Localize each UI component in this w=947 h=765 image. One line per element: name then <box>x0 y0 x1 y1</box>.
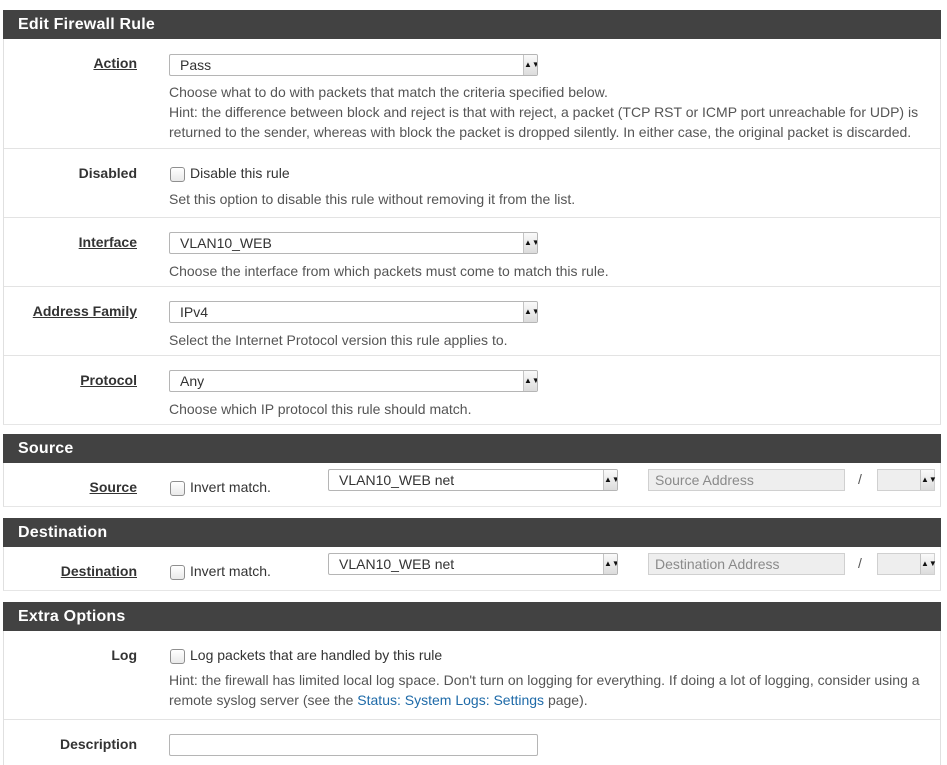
action-help: Choose what to do with packets that matc… <box>169 82 926 142</box>
log-help-suffix: page). <box>544 692 588 708</box>
destination-type-select[interactable]: VLAN10_WEB net ▲▼ <box>328 553 618 575</box>
source-invert-checkbox[interactable] <box>170 481 185 496</box>
system-logs-settings-link[interactable]: Status: System Logs: Settings <box>357 692 544 708</box>
log-checkbox-label[interactable]: Log packets that are handled by this rul… <box>190 647 442 663</box>
action-help-text: Choose what to do with packets that matc… <box>169 84 608 100</box>
section-title-destination: Destination <box>3 518 941 547</box>
source-row: Source Invert match. VLAN10_WEB net ▲▼ S… <box>4 463 940 506</box>
interface-help: Choose the interface from which packets … <box>169 263 609 279</box>
updown-arrow-icon: ▲▼ <box>603 554 617 574</box>
updown-arrow-icon: ▲▼ <box>523 302 537 322</box>
source-type-value: VLAN10_WEB net <box>339 472 455 488</box>
source-mask-select[interactable]: ▲▼ <box>877 469 937 491</box>
protocol-select[interactable]: Any ▲▼ <box>169 370 538 392</box>
section-title-edit-rule: Edit Firewall Rule <box>3 10 941 39</box>
destination-label: Destination <box>60 563 137 579</box>
protocol-help: Choose which IP protocol this rule shoul… <box>169 401 472 417</box>
description-label: Description <box>59 736 137 752</box>
action-label: Action <box>93 55 137 71</box>
disable-rule-checkbox-label[interactable]: Disable this rule <box>190 165 290 181</box>
address-family-label: Address Family <box>32 303 137 319</box>
disabled-label: Disabled <box>78 165 137 181</box>
destination-mask-slash: / <box>858 555 862 571</box>
section-title-source: Source <box>3 434 941 463</box>
extra-options-panel: Extra Options Log Log packets that are h… <box>3 602 941 765</box>
updown-arrow-icon: ▲▼ <box>920 470 937 490</box>
log-help: Hint: the firewall has limited local log… <box>169 670 926 710</box>
protocol-row: Protocol Any ▲▼ Choose which IP protocol… <box>4 355 940 424</box>
edit-rule-body: Action Pass ▲▼ Choose what to do with pa… <box>3 39 941 425</box>
interface-row: Interface VLAN10_WEB ▲▼ Choose the inter… <box>4 217 940 286</box>
updown-arrow-icon: ▲▼ <box>523 371 537 391</box>
destination-address-placeholder: Destination Address <box>655 556 780 572</box>
source-address-input[interactable]: Source Address <box>648 469 845 491</box>
source-invert-label[interactable]: Invert match. <box>190 479 271 495</box>
action-select[interactable]: Pass ▲▼ <box>169 54 538 76</box>
destination-invert-checkbox[interactable] <box>170 565 185 580</box>
destination-invert-label[interactable]: Invert match. <box>190 563 271 579</box>
destination-type-value: VLAN10_WEB net <box>339 556 455 572</box>
address-family-help: Select the Internet Protocol version thi… <box>169 332 508 348</box>
disabled-help: Set this option to disable this rule wit… <box>169 191 576 207</box>
interface-select[interactable]: VLAN10_WEB ▲▼ <box>169 232 538 254</box>
updown-arrow-icon: ▲▼ <box>523 233 537 253</box>
log-row: Log Log packets that are handled by this… <box>4 631 940 719</box>
destination-row: Destination Invert match. VLAN10_WEB net… <box>4 547 940 590</box>
source-label: Source <box>89 479 137 495</box>
updown-arrow-icon: ▲▼ <box>920 554 937 574</box>
interface-label: Interface <box>78 234 137 250</box>
updown-arrow-icon: ▲▼ <box>603 470 617 490</box>
disabled-row: Disabled Disable this rule Set this opti… <box>4 148 940 217</box>
source-mask-slash: / <box>858 471 862 487</box>
action-select-value: Pass <box>180 57 212 73</box>
destination-address-input[interactable]: Destination Address <box>648 553 845 575</box>
interface-select-value: VLAN10_WEB <box>180 235 272 251</box>
protocol-select-value: Any <box>180 373 205 389</box>
protocol-label: Protocol <box>80 372 137 388</box>
log-checkbox[interactable] <box>170 649 185 664</box>
source-type-select[interactable]: VLAN10_WEB net ▲▼ <box>328 469 618 491</box>
action-row: Action Pass ▲▼ Choose what to do with pa… <box>4 39 940 148</box>
address-family-select-value: IPv4 <box>180 304 209 320</box>
disable-rule-checkbox[interactable] <box>170 167 185 182</box>
extra-options-body: Log Log packets that are handled by this… <box>3 631 941 765</box>
source-address-placeholder: Source Address <box>655 472 754 488</box>
destination-panel: Destination Destination Invert match. VL… <box>3 518 941 591</box>
address-family-select[interactable]: IPv4 ▲▼ <box>169 301 538 323</box>
section-title-extra: Extra Options <box>3 602 941 631</box>
edit-rule-panel: Edit Firewall Rule Action Pass ▲▼ Choose… <box>3 10 941 425</box>
updown-arrow-icon: ▲▼ <box>523 55 537 75</box>
description-input[interactable] <box>169 734 538 756</box>
address-family-row: Address Family IPv4 ▲▼ Select the Intern… <box>4 286 940 355</box>
action-hint-text: Hint: the difference between block and r… <box>169 104 919 140</box>
log-label: Log <box>111 647 137 663</box>
source-body: Source Invert match. VLAN10_WEB net ▲▼ S… <box>3 463 941 507</box>
description-row: Description <box>4 719 940 765</box>
source-panel: Source Source Invert match. VLAN10_WEB n… <box>3 434 941 507</box>
destination-body: Destination Invert match. VLAN10_WEB net… <box>3 547 941 591</box>
destination-mask-select[interactable]: ▲▼ <box>877 553 937 575</box>
